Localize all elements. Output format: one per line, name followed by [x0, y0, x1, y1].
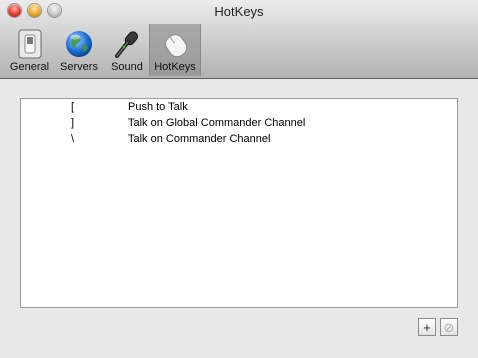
toolbar-label: HotKeys	[154, 61, 196, 73]
hotkey-key: ]	[71, 117, 75, 129]
switch-icon	[14, 28, 46, 60]
add-hotkey-button[interactable]: +	[418, 318, 436, 336]
toolbar-label: Sound	[111, 61, 143, 73]
toolbar-item-hotkeys[interactable]: HotKeys	[149, 24, 201, 76]
window-title: HotKeys	[214, 4, 264, 19]
toolbar-item-sound[interactable]: Sound	[105, 24, 149, 76]
hotkey-action: Talk on Commander Channel	[128, 133, 271, 145]
globe-icon	[63, 28, 95, 60]
toolbar-label: Servers	[60, 61, 98, 73]
toolbar-item-general[interactable]: General	[6, 24, 53, 76]
preferences-window: HotKeys General Servers Sound HotKeys […	[0, 0, 478, 358]
hotkeys-list[interactable]: [ Push to Talk ] Talk on Global Commande…	[20, 98, 458, 308]
hotkey-action: Push to Talk	[128, 101, 188, 113]
preferences-toolbar: General Servers Sound HotKeys	[6, 24, 201, 76]
mouse-icon	[159, 28, 191, 60]
microphone-icon	[111, 28, 143, 60]
title-toolbar: HotKeys General Servers Sound HotKeys	[0, 0, 478, 79]
hotkey-action: Talk on Global Commander Channel	[128, 117, 306, 129]
toolbar-label: General	[9, 61, 50, 73]
hotkey-key: [	[71, 101, 75, 113]
toolbar-item-servers[interactable]: Servers	[53, 24, 105, 76]
hotkey-key: \	[71, 133, 75, 145]
remove-hotkey-button[interactable]: ⊘	[440, 318, 458, 336]
